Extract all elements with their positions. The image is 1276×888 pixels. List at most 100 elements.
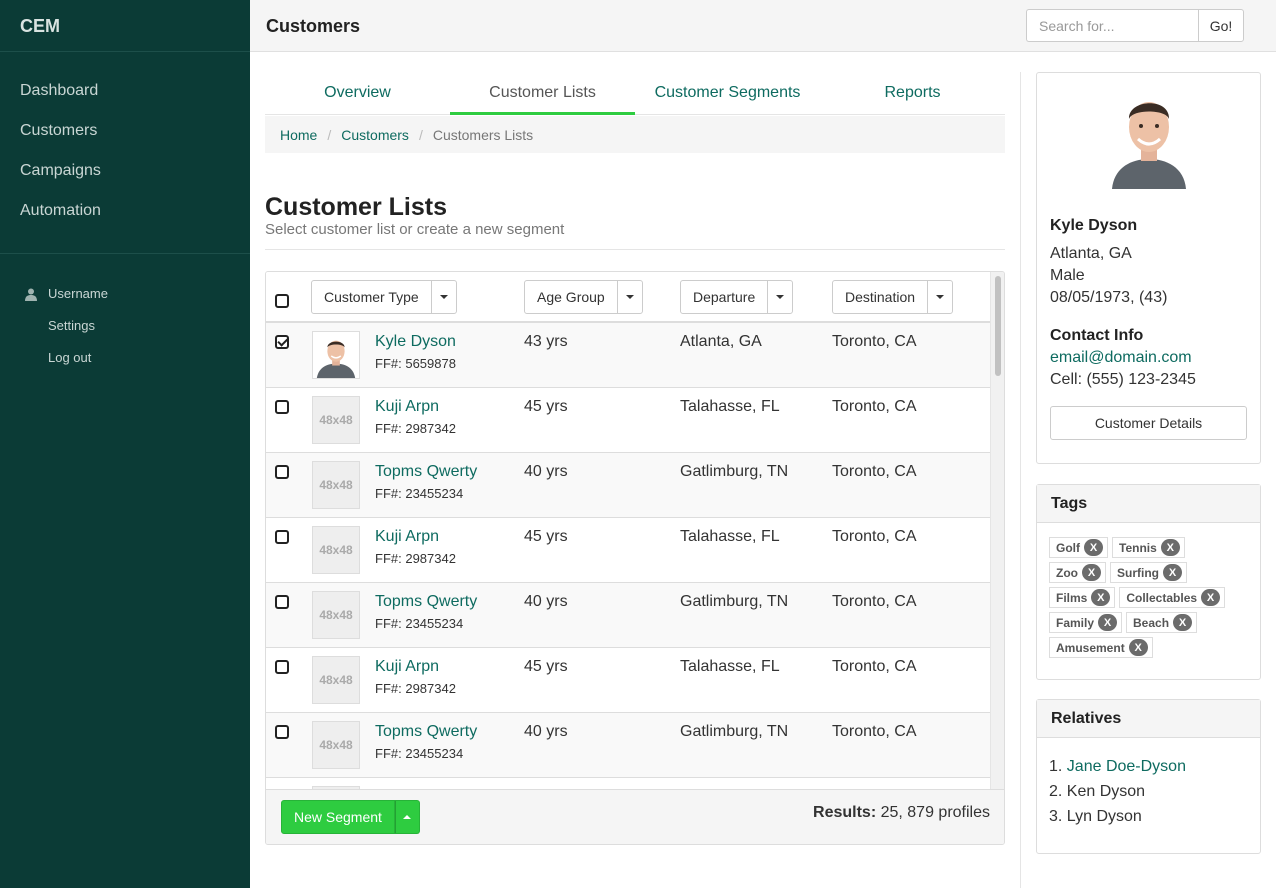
departure-cell: Atlanta, GA bbox=[680, 333, 762, 350]
profile-name: Kyle Dyson bbox=[1050, 217, 1138, 234]
row-checkbox[interactable] bbox=[275, 400, 289, 414]
tag-label: Beach bbox=[1133, 615, 1170, 630]
new-segment-button[interactable]: New Segment bbox=[281, 800, 395, 834]
age-group-filter[interactable]: Age Group bbox=[524, 280, 643, 314]
table-row[interactable] bbox=[266, 778, 990, 789]
customer-name-link[interactable]: Kuji Arpn bbox=[375, 398, 439, 416]
chevron-up-icon bbox=[403, 815, 412, 819]
table-row[interactable]: 48x48 Topms Qwerty FF#: 23455234 40 yrs … bbox=[266, 713, 990, 778]
sidebar-item-customers[interactable]: Customers bbox=[0, 111, 250, 151]
destination-cell: Toronto, CA bbox=[832, 723, 917, 740]
tag: Family X bbox=[1049, 612, 1123, 633]
customer-name-link[interactable]: Topms Qwerty bbox=[375, 723, 477, 741]
section-subtitle: Select customer list or create a new seg… bbox=[265, 221, 565, 238]
remove-tag-icon[interactable]: X bbox=[1160, 539, 1180, 556]
row-checkbox[interactable] bbox=[275, 335, 289, 349]
customer-name-link[interactable]: Topms Qwerty bbox=[375, 463, 477, 481]
age-cell: 40 yrs bbox=[524, 723, 568, 740]
table-row[interactable]: 48x48 Topms Qwerty FF#: 23455234 40 yrs … bbox=[266, 583, 990, 648]
departure-cell: Gatlimburg, TN bbox=[680, 723, 789, 740]
remove-tag-icon[interactable]: X bbox=[1201, 589, 1221, 606]
tab-reports[interactable]: Reports bbox=[820, 72, 1005, 114]
table-row[interactable]: Kyle Dyson FF#: 5659878 43 yrs Atlanta, … bbox=[266, 323, 990, 388]
remove-tag-icon[interactable]: X bbox=[1098, 614, 1118, 631]
sidebar-item-automation[interactable]: Automation bbox=[0, 191, 250, 231]
cell-number: Cell: (555) 123-2345 bbox=[1050, 371, 1196, 388]
user-item[interactable]: Username bbox=[0, 278, 250, 310]
breadcrumb-home[interactable]: Home bbox=[280, 127, 317, 143]
settings-link[interactable]: Settings bbox=[0, 310, 250, 342]
breadcrumb: Home / Customers / Customers Lists bbox=[265, 116, 1005, 153]
departure-label: Departure bbox=[681, 281, 769, 313]
ff-number: FF#: 5659878 bbox=[375, 356, 456, 371]
section-title: Customer Lists bbox=[265, 193, 447, 221]
search-input[interactable] bbox=[1026, 9, 1198, 42]
brand-logo[interactable]: CEM bbox=[0, 0, 250, 52]
remove-tag-icon[interactable]: X bbox=[1163, 564, 1182, 581]
tag: Zoo X bbox=[1049, 562, 1106, 583]
relatives-heading: Relatives bbox=[1037, 700, 1260, 738]
row-checkbox[interactable] bbox=[275, 660, 289, 674]
search-button[interactable]: Go! bbox=[1198, 9, 1244, 42]
sidebar-nav: Dashboard Customers Campaigns Automation bbox=[0, 52, 250, 254]
remove-tag-icon[interactable]: X bbox=[1091, 589, 1111, 606]
tab-customer-lists[interactable]: Customer Lists bbox=[450, 72, 635, 115]
remove-tag-icon[interactable]: X bbox=[1082, 564, 1101, 581]
tab-bar: Overview Customer Lists Customer Segment… bbox=[265, 72, 1005, 115]
tags-list: Golf X Tennis X Zoo X Surfing X Films X Colle… bbox=[1037, 523, 1260, 676]
breadcrumb-customers[interactable]: Customers bbox=[341, 127, 409, 143]
destination-cell: Toronto, CA bbox=[832, 593, 917, 610]
departure-cell: Gatlimburg, TN bbox=[680, 463, 789, 480]
select-all-checkbox[interactable] bbox=[275, 294, 289, 308]
tab-customer-segments[interactable]: Customer Segments bbox=[635, 72, 820, 114]
sidebar: CEM Dashboard Customers Campaigns Automa… bbox=[0, 0, 250, 888]
profile-gender: Male bbox=[1050, 267, 1085, 284]
departure-filter[interactable]: Departure bbox=[680, 280, 794, 314]
age-cell: 45 yrs bbox=[524, 398, 568, 415]
table-body: Kyle Dyson FF#: 5659878 43 yrs Atlanta, … bbox=[266, 323, 990, 789]
customer-details-button[interactable]: Customer Details bbox=[1050, 406, 1247, 440]
top-bar: Customers Go! bbox=[250, 0, 1276, 52]
row-checkbox[interactable] bbox=[275, 725, 289, 739]
ff-number: FF#: 2987342 bbox=[375, 421, 456, 436]
relative-link[interactable]: Jane Doe-Dyson bbox=[1067, 758, 1186, 775]
chevron-down-icon bbox=[618, 281, 642, 313]
logout-link[interactable]: Log out bbox=[0, 342, 250, 374]
tag-label: Golf bbox=[1056, 540, 1080, 555]
table-row[interactable]: 48x48 Kuji Arpn FF#: 2987342 45 yrs Tala… bbox=[266, 388, 990, 453]
profile-photo bbox=[1110, 89, 1188, 189]
sidebar-item-dashboard[interactable]: Dashboard bbox=[0, 71, 250, 111]
results-count: Results: 25, 879 profiles bbox=[813, 804, 990, 822]
email-link[interactable]: email@domain.com bbox=[1050, 349, 1192, 367]
customer-name-link[interactable]: Topms Qwerty bbox=[375, 593, 477, 611]
table-scrollbar[interactable] bbox=[990, 272, 1004, 789]
row-checkbox[interactable] bbox=[275, 465, 289, 479]
new-segment-dropdown[interactable] bbox=[394, 800, 420, 834]
remove-tag-icon[interactable]: X bbox=[1128, 639, 1148, 656]
breadcrumb-separator: / bbox=[327, 126, 332, 143]
customer-name-link[interactable]: Kuji Arpn bbox=[375, 658, 439, 676]
customer-name-link[interactable]: Kyle Dyson bbox=[375, 333, 456, 351]
breadcrumb-separator: / bbox=[418, 126, 423, 143]
tab-overview[interactable]: Overview bbox=[265, 72, 450, 114]
remove-tag-icon[interactable]: X bbox=[1084, 539, 1103, 556]
age-cell: 40 yrs bbox=[524, 593, 568, 610]
tags-heading: Tags bbox=[1037, 485, 1260, 523]
remove-tag-icon[interactable]: X bbox=[1173, 614, 1193, 631]
table-row[interactable]: 48x48 Kuji Arpn FF#: 2987342 45 yrs Tala… bbox=[266, 648, 990, 713]
table-row[interactable]: 48x48 Topms Qwerty FF#: 23455234 40 yrs … bbox=[266, 453, 990, 518]
age-cell: 45 yrs bbox=[524, 528, 568, 545]
destination-filter[interactable]: Destination bbox=[832, 280, 954, 314]
customer-name-link[interactable]: Kuji Arpn bbox=[375, 528, 439, 546]
row-checkbox[interactable] bbox=[275, 530, 289, 544]
row-checkbox[interactable] bbox=[275, 595, 289, 609]
avatar-placeholder: 48x48 bbox=[312, 591, 360, 639]
age-group-label: Age Group bbox=[525, 281, 618, 313]
tag-label: Zoo bbox=[1056, 565, 1078, 580]
list-item: 3. Lyn Dyson bbox=[1049, 808, 1142, 825]
tag-label: Films bbox=[1056, 590, 1088, 605]
customer-type-filter[interactable]: Customer Type bbox=[311, 280, 457, 314]
scrollbar-thumb[interactable] bbox=[995, 276, 1001, 376]
sidebar-item-campaigns[interactable]: Campaigns bbox=[0, 151, 250, 191]
table-row[interactable]: 48x48 Kuji Arpn FF#: 2987342 45 yrs Tala… bbox=[266, 518, 990, 583]
